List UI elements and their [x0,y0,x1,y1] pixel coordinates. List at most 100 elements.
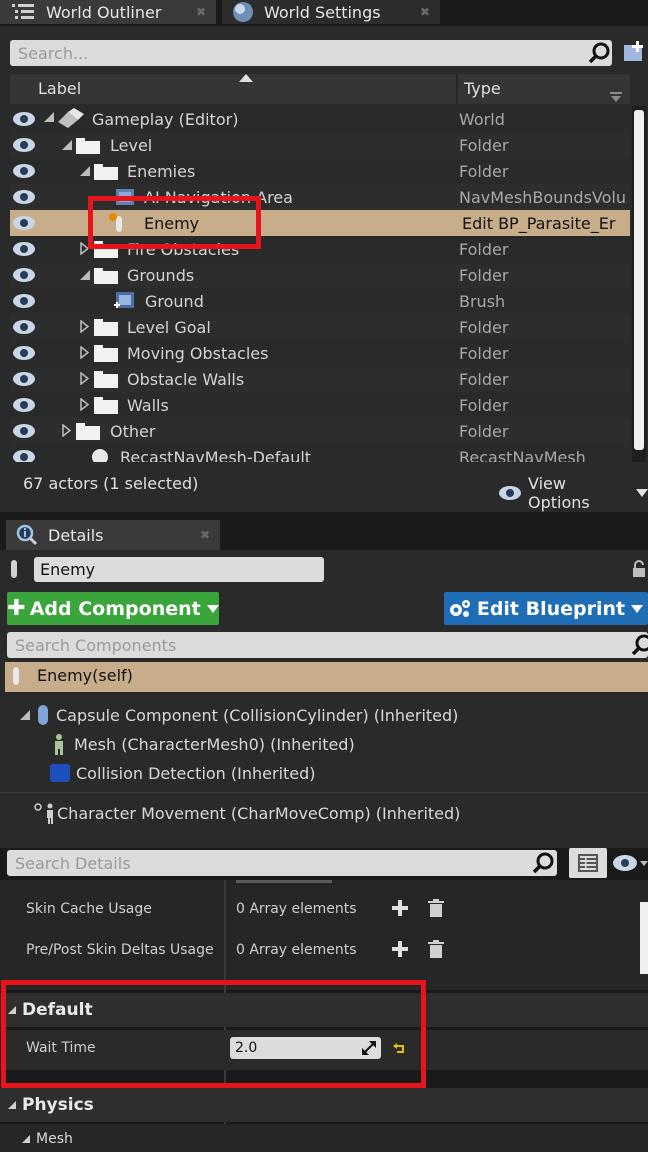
collapsed-arrow-icon[interactable] [80,320,89,333]
eye-icon[interactable] [12,163,36,179]
row-type: Folder [459,265,509,285]
details-scrollbar-thumb[interactable] [640,902,648,974]
eye-icon[interactable] [12,241,36,257]
close-icon[interactable]: ✖ [196,5,206,19]
subsection-mesh[interactable] [0,1124,648,1152]
column-header-type[interactable]: Type [464,79,501,98]
capsule-icon [36,704,50,726]
expand-arrow-icon[interactable] [20,710,30,720]
column-header-label[interactable]: Label [38,79,81,98]
globe-icon [232,1,254,23]
outliner-scrollbar-thumb[interactable] [634,110,644,450]
lock-icon[interactable] [632,560,646,578]
row-label: Level [110,135,153,155]
expand-arrow-icon[interactable] [80,166,90,176]
eye-icon[interactable] [12,137,36,153]
expand-arrow-icon[interactable] [62,140,72,150]
plus-icon: ✚ [7,596,26,621]
column-divider[interactable] [456,74,458,104]
property-matrix-button[interactable] [569,848,607,878]
eye-icon[interactable] [12,293,36,309]
search-icon[interactable] [632,634,648,656]
movement-icon [33,802,55,824]
eye-icon[interactable] [612,854,648,872]
component-label: Capsule Component (CollisionCylinder) (I… [56,705,459,725]
collapsed-arrow-icon[interactable] [80,346,89,359]
plus-icon[interactable] [392,900,408,916]
search-components-input[interactable] [7,632,648,658]
tree-row[interactable]: Enemies Folder [10,158,630,184]
expand-arrow-icon[interactable] [44,112,54,122]
column-options-icon[interactable] [610,92,622,102]
eye-icon[interactable] [12,267,36,283]
tab-world-outliner[interactable]: World Outliner ✖ [0,0,216,24]
outliner-tab-bar: World Outliner ✖ World Settings ✖ [0,0,648,26]
tree-row[interactable]: Gameplay (Editor) World [10,106,630,132]
collapsed-arrow-icon[interactable] [80,398,89,411]
tab-world-settings[interactable]: World Settings ✖ [222,0,440,24]
row-label: Enemies [127,161,196,181]
tree-row[interactable]: Level Goal Folder [10,314,630,340]
create-folder-icon[interactable] [620,40,646,64]
trash-icon[interactable] [428,899,444,917]
component-collision-detection[interactable]: Collision Detection (Inherited) [48,762,316,784]
add-component-button[interactable]: ✚ Add Component [7,592,219,625]
eye-icon[interactable] [12,215,36,231]
search-details-input[interactable] [7,850,557,876]
chevron-down-icon [636,489,648,497]
edit-blueprint-button[interactable]: Edit Blueprint [444,592,648,625]
row-type-edit-link[interactable]: Edit BP_Parasite_Er [462,214,632,233]
collapsed-arrow-icon[interactable] [62,424,71,437]
row-label: Level Goal [127,317,211,337]
component-label: Character Movement (CharMoveComp) (Inher… [57,803,461,823]
close-icon[interactable]: ✖ [200,528,210,542]
tree-row[interactable]: RecastNavMesh-Default RecastNavMesh [10,444,630,462]
row-label: Grounds [127,265,195,285]
tree-row[interactable]: Level Folder [10,132,630,158]
row-type: Folder [459,135,509,155]
view-options-button[interactable]: View Options [498,474,648,512]
tab-details[interactable]: Details ✖ [6,520,220,550]
tree-row[interactable]: Grounds Folder [10,262,630,288]
tree-row[interactable]: Other Folder [10,418,630,444]
grid-icon [577,853,599,873]
prop-name: Skin Cache Usage [26,901,152,917]
actor-count-status: 67 actors (1 selected) [23,474,199,493]
eye-icon[interactable] [12,319,36,335]
tab-label: World Settings [264,2,381,22]
row-label: Walls [127,395,169,415]
tree-row[interactable]: Moving Obstacles Folder [10,340,630,366]
subsection-title: Mesh [36,1131,73,1147]
eye-icon[interactable] [12,371,36,387]
row-type: Folder [459,369,509,389]
collapsed-arrow-icon[interactable] [80,372,89,385]
section-physics[interactable]: Physics [0,1088,648,1122]
component-character-movement[interactable]: Character Movement (CharMoveComp) (Inher… [33,802,460,824]
actor-name-field[interactable]: Enemy [34,557,324,582]
eye-icon[interactable] [12,345,36,361]
search-icon[interactable] [588,41,612,65]
trash-icon[interactable] [428,940,444,958]
folder-open-icon [76,136,100,154]
eye-icon[interactable] [12,397,36,413]
tree-row[interactable]: Obstacle Walls Folder [10,366,630,392]
eye-icon[interactable] [12,423,36,439]
tree-row[interactable]: Ground Brush [10,288,630,314]
eye-icon[interactable] [12,189,36,205]
row-type: NavMeshBoundsVolu [459,187,626,207]
close-icon[interactable]: ✖ [420,5,430,19]
plus-icon[interactable] [392,941,408,957]
component-capsule[interactable]: Capsule Component (CollisionCylinder) (I… [20,704,458,726]
eye-icon[interactable] [12,449,36,462]
navmesh-icon [90,447,110,462]
expand-arrow-icon[interactable] [80,270,90,280]
eye-icon[interactable] [12,111,36,127]
search-icon[interactable] [532,852,556,874]
prop-name: Pre/Post Skin Deltas Usage [26,942,214,958]
subsection-mesh-header[interactable]: Mesh [22,1131,73,1147]
component-mesh[interactable]: Mesh (CharacterMesh0) (Inherited) [50,733,355,755]
sort-arrow-icon [239,74,253,82]
outliner-search-input[interactable] [10,40,612,66]
tree-row[interactable]: Walls Folder [10,392,630,418]
folder-icon [94,370,118,388]
